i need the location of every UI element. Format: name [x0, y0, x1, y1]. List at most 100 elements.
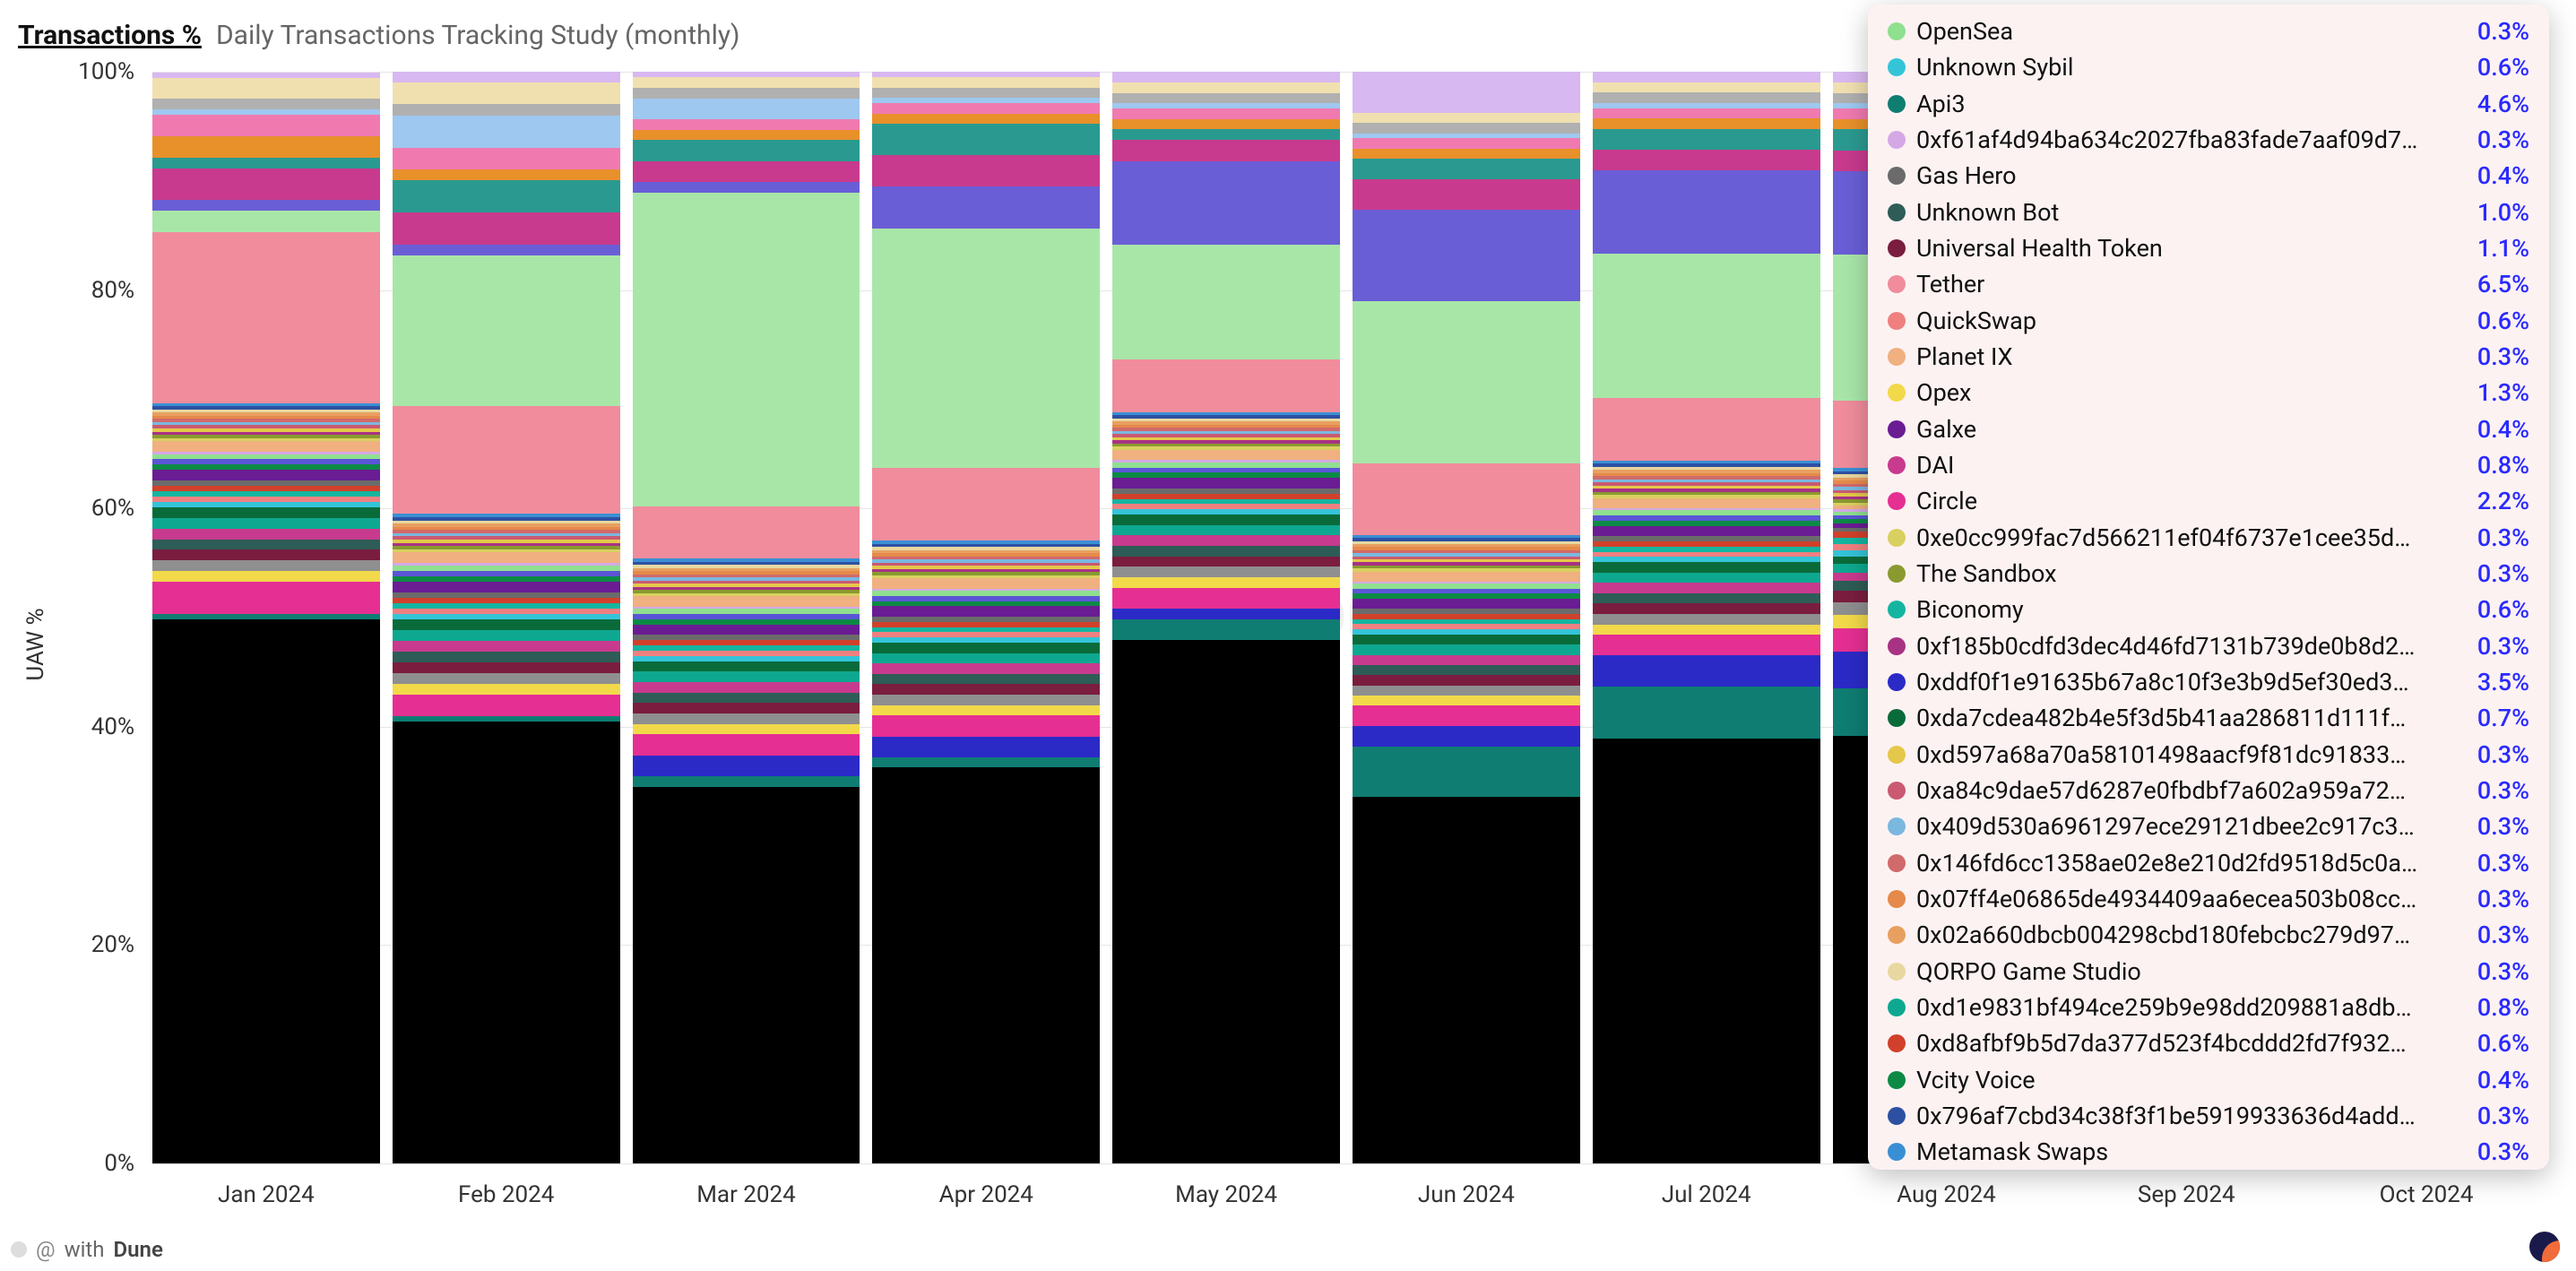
- bar-segment[interactable]: [1593, 614, 1820, 625]
- bar-segment[interactable]: [393, 255, 620, 406]
- bar-segment[interactable]: [1593, 526, 1820, 537]
- bar-segment[interactable]: [393, 695, 620, 716]
- bar-segment[interactable]: [872, 684, 1100, 695]
- bar-segment[interactable]: [633, 661, 860, 672]
- tooltip-row[interactable]: The Sandbox0.3%: [1888, 556, 2529, 592]
- bar-segment[interactable]: [1353, 113, 1580, 123]
- bar-segment[interactable]: [1353, 149, 1580, 159]
- bar-segment[interactable]: [152, 99, 380, 109]
- tooltip-row[interactable]: 0x146fd6cc1358ae02e8e210d2fd9518d5c0a715…: [1888, 845, 2529, 881]
- bar-segment[interactable]: [393, 148, 620, 169]
- bar-segment[interactable]: [1353, 655, 1580, 665]
- bar-segment[interactable]: [1353, 301, 1580, 464]
- bar-segment[interactable]: [1353, 210, 1580, 301]
- bar-segment[interactable]: [393, 552, 620, 563]
- bar-column[interactable]: Jan 2024: [152, 72, 380, 1163]
- bar-segment[interactable]: [872, 737, 1100, 757]
- bar-segment[interactable]: [1112, 514, 1340, 525]
- tooltip-row[interactable]: DAI0.8%: [1888, 447, 2529, 483]
- bar-segment[interactable]: [633, 787, 860, 1163]
- bar-segment[interactable]: [152, 136, 380, 158]
- bar-segment[interactable]: [1593, 82, 1820, 93]
- bar-segment[interactable]: [872, 715, 1100, 736]
- bar-segment[interactable]: [393, 169, 620, 180]
- bar-segment[interactable]: [152, 582, 380, 614]
- bar-segment[interactable]: [1112, 640, 1340, 1163]
- bar-column[interactable]: Jun 2024: [1353, 72, 1580, 1163]
- bar-segment[interactable]: [633, 130, 860, 141]
- bar-segment[interactable]: [152, 115, 380, 136]
- bar-segment[interactable]: [633, 596, 860, 607]
- bar-segment[interactable]: [393, 652, 620, 662]
- bar-segment[interactable]: [1112, 577, 1340, 588]
- bar-segment[interactable]: [633, 625, 860, 636]
- bar-segment[interactable]: [872, 643, 1100, 653]
- bar-segment[interactable]: [633, 734, 860, 755]
- tooltip-row[interactable]: 0x409d530a6961297ece29121dbee2c917c33986…: [1888, 808, 2529, 844]
- bar-segment[interactable]: [393, 684, 620, 695]
- bar-segment[interactable]: [393, 722, 620, 1163]
- bar-segment[interactable]: [1353, 675, 1580, 685]
- bar-segment[interactable]: [152, 470, 380, 480]
- bar-segment[interactable]: [1353, 572, 1580, 582]
- bar-segment[interactable]: [872, 124, 1100, 155]
- bar-segment[interactable]: [152, 78, 380, 99]
- bar-segment[interactable]: [1593, 583, 1820, 593]
- tooltip-row[interactable]: Metamask Swaps0.3%: [1888, 1134, 2529, 1170]
- tooltip-row[interactable]: 0x796af7cbd34c38f3f1be5919933636d4add008…: [1888, 1098, 2529, 1134]
- legend-tooltip[interactable]: OpenSea0.3%Unknown Sybil0.6%Api34.6%0xf6…: [1868, 4, 2549, 1170]
- bar-segment[interactable]: [633, 99, 860, 119]
- bar-segment[interactable]: [1593, 129, 1820, 150]
- tooltip-row[interactable]: 0xf185b0cdfd3dec4d46fd7131b739de0b8d252e…: [1888, 628, 2529, 664]
- bar-segment[interactable]: [872, 114, 1100, 125]
- bar-segment[interactable]: [152, 571, 380, 582]
- bar-segment[interactable]: [872, 674, 1100, 685]
- bar-column[interactable]: Jul 2024: [1593, 72, 1820, 1163]
- tooltip-row[interactable]: Universal Health Token1.1%: [1888, 230, 2529, 266]
- bar-segment[interactable]: [152, 549, 380, 560]
- bar-segment[interactable]: [393, 72, 620, 82]
- bar-segment[interactable]: [633, 713, 860, 724]
- bar-segment[interactable]: [1112, 161, 1340, 245]
- tooltip-row[interactable]: Unknown Bot1.0%: [1888, 195, 2529, 230]
- tooltip-row[interactable]: 0xd597a68a70a58101498aacf9f81dc91833adbf…: [1888, 737, 2529, 773]
- bar-column[interactable]: Feb 2024: [393, 72, 620, 1163]
- bar-segment[interactable]: [872, 88, 1100, 99]
- bar-segment[interactable]: [633, 119, 860, 130]
- footer-brand[interactable]: Dune: [114, 1237, 163, 1262]
- tooltip-row[interactable]: Vcity Voice0.4%: [1888, 1062, 2529, 1098]
- bar-segment[interactable]: [1593, 687, 1820, 739]
- tooltip-row[interactable]: Opex1.3%: [1888, 375, 2529, 411]
- bar-segment[interactable]: [393, 180, 620, 212]
- bar-segment[interactable]: [1593, 593, 1820, 604]
- bar-segment[interactable]: [872, 767, 1100, 1163]
- bar-segment[interactable]: [1112, 129, 1340, 140]
- bar-segment[interactable]: [152, 518, 380, 529]
- bar-segment[interactable]: [152, 540, 380, 550]
- bar-segment[interactable]: [1593, 170, 1820, 254]
- bar-segment[interactable]: [1593, 118, 1820, 129]
- chart-title[interactable]: Transactions %: [18, 20, 202, 51]
- bar-segment[interactable]: [1112, 478, 1340, 489]
- bar-segment[interactable]: [393, 245, 620, 255]
- bar-segment[interactable]: [633, 161, 860, 182]
- tooltip-row[interactable]: Biconomy0.6%: [1888, 592, 2529, 627]
- bar-segment[interactable]: [872, 229, 1100, 468]
- bar-segment[interactable]: [1353, 599, 1580, 609]
- bar-segment[interactable]: [1112, 359, 1340, 411]
- tooltip-row[interactable]: 0xddf0f1e91635b67a8c10f3e3b9d5ef30ed382d…: [1888, 664, 2529, 700]
- bar-segment[interactable]: [1353, 705, 1580, 726]
- bar-segment[interactable]: [1353, 797, 1580, 1163]
- bar-segment[interactable]: [872, 155, 1100, 186]
- bar-segment[interactable]: [393, 82, 620, 104]
- bar-segment[interactable]: [152, 507, 380, 518]
- bar-segment[interactable]: [872, 468, 1100, 540]
- bar-segment[interactable]: [1353, 159, 1580, 179]
- bar-segment[interactable]: [152, 560, 380, 571]
- bar-segment[interactable]: [1353, 696, 1580, 705]
- bar-segment[interactable]: [1112, 119, 1340, 130]
- bar-column[interactable]: Apr 2024: [872, 72, 1100, 1163]
- bar-segment[interactable]: [872, 103, 1100, 114]
- tooltip-row[interactable]: 0xd1e9831bf494ce259b9e98dd209881a8db7351…: [1888, 990, 2529, 1025]
- bar-segment[interactable]: [152, 619, 380, 1163]
